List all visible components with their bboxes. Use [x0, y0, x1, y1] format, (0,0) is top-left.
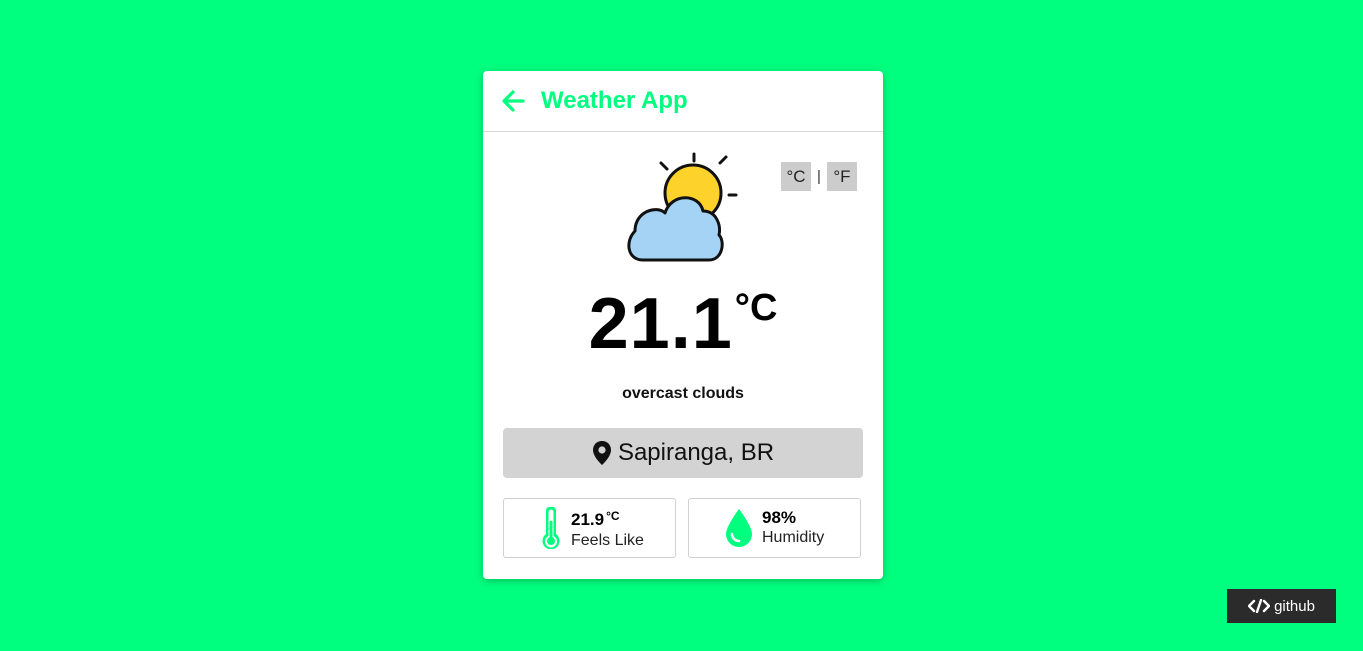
temperature: 21.1°C: [483, 283, 883, 365]
water-drop-icon: [725, 508, 753, 548]
thermometer-icon: [540, 507, 562, 549]
weather-description: overcast clouds: [622, 385, 744, 402]
location-bar: Sapiranga, BR: [503, 428, 863, 478]
celsius-button[interactable]: °C: [781, 162, 811, 191]
feels-like-card: 21.9 °C Feels Like: [503, 498, 676, 558]
map-pin-icon: [592, 440, 612, 466]
location-name: Sapiranga, BR: [617, 439, 775, 466]
header: Weather App: [483, 71, 883, 132]
humidity-label: Humidity: [762, 529, 825, 546]
feels-like-unit: °C: [606, 508, 620, 523]
humidity-card: 98% Humidity: [688, 498, 861, 558]
temperature-value: 21.1: [588, 284, 733, 364]
weather-card: Weather App °C | °F 21.1°C overcast clou…: [483, 71, 883, 579]
feels-like-label: Feels Like: [571, 531, 644, 549]
app-title: Weather App: [541, 87, 688, 114]
arrow-left-icon: [502, 90, 525, 112]
temperature-unit: °C: [734, 287, 778, 329]
feels-like-text: 21.9 °C Feels Like: [571, 506, 644, 551]
github-link[interactable]: github: [1227, 589, 1336, 623]
humidity-text: 98% Humidity: [762, 508, 824, 548]
code-icon: [1248, 599, 1271, 613]
unit-separator: |: [817, 168, 821, 185]
fahrenheit-button[interactable]: °F: [826, 162, 857, 191]
back-button[interactable]: [501, 88, 527, 114]
partly-cloudy-icon: [623, 151, 743, 271]
unit-toggle: °C | °F: [781, 162, 857, 191]
feels-like-value: 21.9: [571, 509, 605, 529]
humidity-value: 98%: [762, 508, 797, 527]
github-label: github: [1274, 597, 1315, 615]
